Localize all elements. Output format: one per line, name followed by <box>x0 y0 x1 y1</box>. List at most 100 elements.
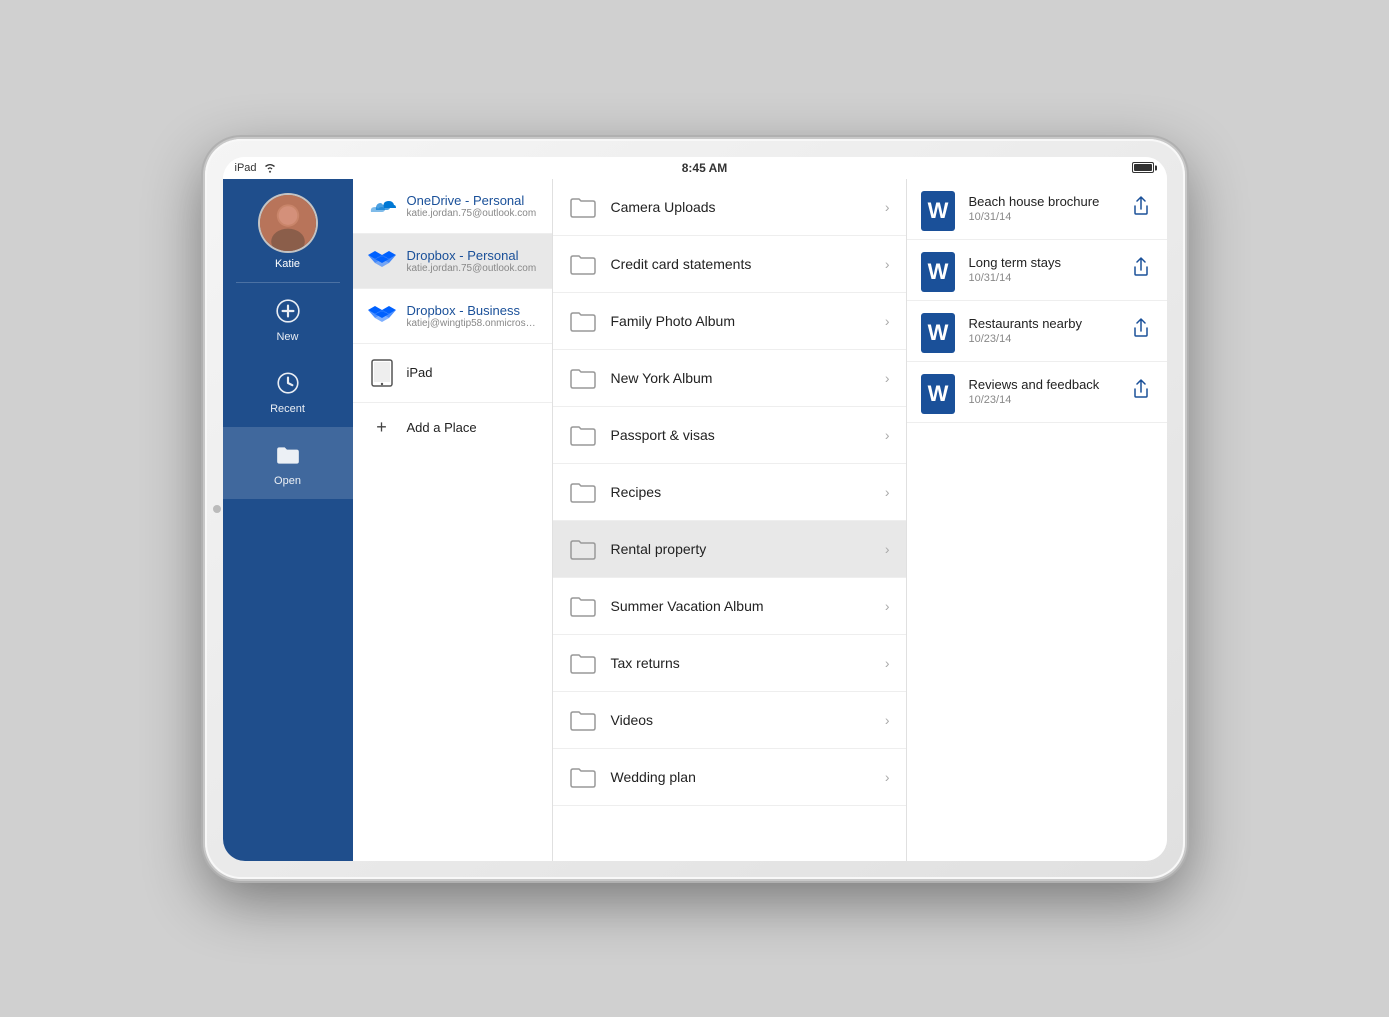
status-right <box>1132 162 1154 173</box>
word-icon-longterm: W <box>921 252 957 288</box>
folder-icon-camera-uploads <box>569 193 597 221</box>
folder-icon-tax-returns <box>569 649 597 677</box>
dropbox-personal-name: Dropbox - Personal <box>407 248 538 263</box>
storage-item-dropbox-personal[interactable]: Dropbox - Personal katie.jordan.75@outlo… <box>353 234 552 289</box>
dropbox-personal-info: Dropbox - Personal katie.jordan.75@outlo… <box>407 248 538 274</box>
file-item-restaurants[interactable]: W Restaurants nearby 10/23/14 <box>907 301 1167 362</box>
battery-icon <box>1132 162 1154 173</box>
sidebar-item-open[interactable]: Open <box>223 427 353 499</box>
folder-icon-recipes <box>569 478 597 506</box>
onedrive-personal-name: OneDrive - Personal <box>407 193 538 208</box>
file-date-beach: 10/31/14 <box>969 211 1129 223</box>
folder-icon-summer-vacation <box>569 592 597 620</box>
chevron-icon-credit-card: › <box>885 256 890 272</box>
file-item-beach[interactable]: W Beach house brochure 10/31/14 <box>907 179 1167 240</box>
folder-item-recipes[interactable]: Recipes › <box>553 464 906 521</box>
storage-item-onedrive-personal[interactable]: OneDrive - Personal katie.jordan.75@outl… <box>353 179 552 234</box>
folder-icon-credit-card <box>569 250 597 278</box>
folder-name-camera-uploads: Camera Uploads <box>611 199 885 215</box>
folder-list: Camera Uploads › Credit card statements … <box>553 179 907 861</box>
sidebar-item-recent[interactable]: Recent <box>223 355 353 427</box>
status-bar: iPad 8:45 AM <box>223 157 1167 179</box>
chevron-icon-videos: › <box>885 712 890 728</box>
chevron-icon-tax-returns: › <box>885 655 890 671</box>
word-icon-restaurants: W <box>921 313 957 349</box>
folder-item-tax-returns[interactable]: Tax returns › <box>553 635 906 692</box>
folder-icon-wedding <box>569 763 597 791</box>
file-name-reviews: Reviews and feedback <box>969 377 1129 392</box>
status-left: iPad <box>235 162 277 174</box>
avatar[interactable] <box>258 193 318 253</box>
folder-icon-new-york <box>569 364 597 392</box>
chevron-icon-camera-uploads: › <box>885 199 890 215</box>
dropbox-personal-icon <box>367 246 397 276</box>
file-date-reviews: 10/23/14 <box>969 394 1129 406</box>
onedrive-icon <box>367 191 397 221</box>
folder-item-credit-card[interactable]: Credit card statements › <box>553 236 906 293</box>
storage-item-dropbox-business[interactable]: Dropbox - Business katiej@wingtip58.onmi… <box>353 289 552 344</box>
svg-text:W: W <box>927 320 948 345</box>
svg-text:W: W <box>927 259 948 284</box>
word-icon-reviews: W <box>921 374 957 410</box>
chevron-icon-family-photo: › <box>885 313 890 329</box>
recent-label: Recent <box>270 403 305 415</box>
open-label: Open <box>274 475 301 487</box>
word-icon-beach: W <box>921 191 957 227</box>
dropbox-business-email: katiej@wingtip58.onmicrosoft.com <box>407 318 538 329</box>
folder-name-rental: Rental property <box>611 541 885 557</box>
folder-item-camera-uploads[interactable]: Camera Uploads › <box>553 179 906 236</box>
wifi-icon <box>263 162 277 173</box>
storage-item-ipad[interactable]: iPad <box>353 344 552 403</box>
file-name-beach: Beach house brochure <box>969 194 1129 209</box>
folder-item-videos[interactable]: Videos › <box>553 692 906 749</box>
app-container: Katie New <box>223 179 1167 861</box>
share-button-longterm[interactable] <box>1129 253 1153 286</box>
ipad-device: iPad 8:45 AM <box>205 139 1185 879</box>
chevron-icon-summer-vacation: › <box>885 598 890 614</box>
folder-name-new-york: New York Album <box>611 370 885 386</box>
svg-text:W: W <box>927 381 948 406</box>
folder-name-tax-returns: Tax returns <box>611 655 885 671</box>
file-item-reviews[interactable]: W Reviews and feedback 10/23/14 <box>907 362 1167 423</box>
file-info-beach: Beach house brochure 10/31/14 <box>969 194 1129 223</box>
home-button[interactable] <box>213 505 221 513</box>
folder-icon-rental <box>569 535 597 563</box>
chevron-icon-recipes: › <box>885 484 890 500</box>
dropbox-business-info: Dropbox - Business katiej@wingtip58.onmi… <box>407 303 538 329</box>
sidebar-item-new[interactable]: New <box>223 283 353 355</box>
folder-icon-passport <box>569 421 597 449</box>
share-button-reviews[interactable] <box>1129 375 1153 408</box>
file-item-longterm[interactable]: W Long term stays 10/31/14 <box>907 240 1167 301</box>
onedrive-personal-info: OneDrive - Personal katie.jordan.75@outl… <box>407 193 538 219</box>
folder-item-summer-vacation[interactable]: Summer Vacation Album › <box>553 578 906 635</box>
svg-text:W: W <box>927 198 948 223</box>
avatar-image <box>260 195 316 251</box>
folder-name-videos: Videos <box>611 712 885 728</box>
folder-item-passport[interactable]: Passport & visas › <box>553 407 906 464</box>
dropbox-business-icon <box>367 301 397 331</box>
user-name-label: Katie <box>275 258 300 270</box>
folder-name-family-photo: Family Photo Album <box>611 313 885 329</box>
chevron-icon-passport: › <box>885 427 890 443</box>
ipad-device-icon <box>367 358 397 388</box>
folder-item-new-york[interactable]: New York Album › <box>553 350 906 407</box>
share-button-restaurants[interactable] <box>1129 314 1153 347</box>
folder-item-wedding[interactable]: Wedding plan › <box>553 749 906 806</box>
device-name-label: iPad <box>235 162 257 174</box>
open-icon <box>272 439 304 471</box>
ipad-screen: iPad 8:45 AM <box>223 157 1167 861</box>
share-button-beach[interactable] <box>1129 192 1153 225</box>
file-info-reviews: Reviews and feedback 10/23/14 <box>969 377 1129 406</box>
folder-item-family-photo[interactable]: Family Photo Album › <box>553 293 906 350</box>
folder-name-wedding: Wedding plan <box>611 769 885 785</box>
add-place-label: Add a Place <box>407 420 477 435</box>
file-info-longterm: Long term stays 10/31/14 <box>969 255 1129 284</box>
files-list: W Beach house brochure 10/31/14 <box>907 179 1167 861</box>
file-date-longterm: 10/31/14 <box>969 272 1129 284</box>
folder-name-passport: Passport & visas <box>611 427 885 443</box>
storage-list: OneDrive - Personal katie.jordan.75@outl… <box>353 179 553 861</box>
file-date-restaurants: 10/23/14 <box>969 333 1129 345</box>
chevron-icon-rental: › <box>885 541 890 557</box>
folder-item-rental[interactable]: Rental property › <box>553 521 906 578</box>
add-place-item[interactable]: + Add a Place <box>353 403 552 452</box>
